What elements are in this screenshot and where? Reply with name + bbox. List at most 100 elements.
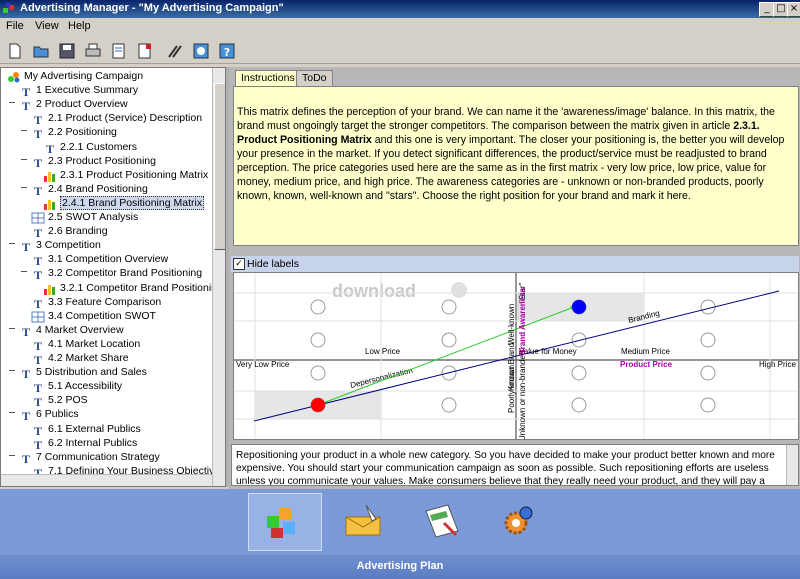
svg-text:T: T [34, 339, 42, 352]
tree-item[interactable]: T 2.2.1 Customers [1, 141, 212, 155]
print-icon[interactable] [84, 42, 102, 60]
position-circle[interactable] [571, 397, 587, 413]
tree-item[interactable]: T 3.2 Competitor Brand Positioning [1, 267, 212, 281]
tree-item[interactable]: 3.4 Competition SWOT [1, 310, 212, 324]
text-page-icon: T [34, 424, 42, 437]
nav-notes-button[interactable] [408, 493, 480, 549]
svg-text:T: T [34, 353, 42, 366]
nav-settings-button[interactable] [480, 493, 552, 549]
text-page-icon: T [34, 339, 42, 352]
tree-item[interactable]: T 3.1 Competition Overview [1, 253, 212, 267]
position-circle[interactable] [571, 365, 587, 381]
help-icon[interactable]: ? [218, 42, 236, 60]
tree-item[interactable]: T 2.6 Branding [1, 225, 212, 239]
tree-scroll-thumb[interactable] [214, 83, 225, 250]
svg-text:T: T [34, 113, 42, 126]
nav-envelope-button[interactable] [330, 493, 402, 549]
brand-positioning-matrix[interactable]: download Branding Depersonalization Very… [233, 272, 799, 440]
tree-item[interactable]: My Advertising Campaign [1, 70, 212, 84]
tree-item[interactable]: T 2.1 Product (Service) Description [1, 112, 212, 126]
grid-icon [31, 212, 45, 224]
tree-item[interactable]: T 2.2 Positioning [1, 126, 212, 140]
text-page-icon: T [22, 367, 30, 380]
text-page-icon: T [34, 297, 42, 310]
tree-toggle-icon[interactable] [21, 130, 27, 132]
position-circle[interactable] [310, 365, 326, 381]
instructions-text: This matrix defines the perception of yo… [233, 86, 799, 246]
tree-toggle-icon[interactable] [21, 186, 27, 188]
svg-text:T: T [34, 127, 42, 140]
tree-item-label: 5 Distribution and Sales [36, 366, 147, 379]
tree-item-label: 2 Product Overview [36, 98, 128, 111]
tree-item[interactable]: 2.4.1 Brand Positioning Matrix [1, 195, 212, 211]
preview-icon[interactable] [110, 42, 128, 60]
tree-toggle-icon[interactable] [9, 243, 15, 245]
tree-item[interactable]: T 3.3 Feature Comparison [1, 296, 212, 310]
open-icon[interactable] [32, 42, 50, 60]
tree-toggle-icon[interactable] [21, 271, 27, 273]
text-page-icon: T [34, 254, 42, 267]
tree-item[interactable]: T 6.2 Internal Publics [1, 437, 212, 451]
tree-toggle-icon[interactable] [9, 327, 15, 329]
current-position-marker[interactable] [311, 398, 325, 412]
position-circle[interactable] [571, 332, 587, 348]
position-circle[interactable] [441, 299, 457, 315]
tree-item[interactable]: T 6 Publics [1, 408, 212, 422]
save-icon[interactable] [58, 42, 76, 60]
text-page-icon: T [22, 240, 30, 253]
tree-horizontal-scrollbar[interactable] [1, 474, 212, 486]
nav-plan-button[interactable] [248, 493, 322, 551]
svg-text:T: T [22, 240, 30, 253]
tree-item[interactable]: T 3 Competition [1, 239, 212, 253]
tree-toggle-icon[interactable] [9, 102, 15, 104]
tools-icon[interactable] [166, 42, 184, 60]
tree-item[interactable]: 2.3.1 Product Positioning Matrix [1, 169, 212, 183]
tree-item[interactable]: T 2.4 Brand Positioning [1, 183, 212, 197]
tree-item[interactable]: T 5.1 Accessibility [1, 380, 212, 394]
app-icon [3, 3, 14, 13]
tree-item[interactable]: T 2 Product Overview [1, 98, 212, 112]
tree-item[interactable]: 3.2.1 Competitor Brand Positionin [1, 282, 217, 296]
position-circle[interactable] [700, 365, 716, 381]
menu-view[interactable]: View [35, 20, 59, 32]
svg-text:T: T [34, 381, 42, 394]
export-icon[interactable] [136, 42, 154, 60]
grid-icon [31, 311, 45, 323]
tree-item[interactable]: T 1 Executive Summary [1, 84, 212, 98]
position-circle[interactable] [700, 332, 716, 348]
matrix-canvas[interactable]: download Branding Depersonalization Very… [234, 273, 799, 440]
tree-item[interactable]: T 4.2 Market Share [1, 352, 212, 366]
position-description-text: Repositioning your product in a whole ne… [236, 450, 775, 486]
position-circle[interactable] [310, 332, 326, 348]
footer-bar: Advertising Plan [0, 555, 800, 579]
hide-labels-checkbox[interactable]: ✓ [233, 258, 245, 270]
menu-file[interactable]: File [6, 20, 24, 32]
tree-item[interactable]: T 2.3 Product Positioning [1, 155, 212, 169]
position-circle[interactable] [441, 397, 457, 413]
tree-item-label: 2.4.1 Brand Positioning Matrix [60, 195, 205, 210]
svg-text:T: T [34, 424, 42, 437]
menu-help[interactable]: Help [68, 20, 91, 32]
position-circle[interactable] [700, 397, 716, 413]
tree-item[interactable]: 2.5 SWOT Analysis [1, 211, 212, 225]
position-circle[interactable] [310, 299, 326, 315]
target-position-marker[interactable] [572, 300, 586, 314]
tree-toggle-icon[interactable] [21, 158, 27, 160]
close-button[interactable]: × [787, 2, 800, 17]
tree-toggle-icon[interactable] [9, 370, 15, 372]
tree-item[interactable]: T 6.1 External Publics [1, 423, 212, 437]
world-icon[interactable] [192, 42, 210, 60]
tree-item[interactable]: T 5 Distribution and Sales [1, 366, 212, 380]
new-icon[interactable] [6, 42, 24, 60]
tree-item[interactable]: T 4 Market Overview [1, 324, 212, 338]
tree-toggle-icon[interactable] [9, 454, 15, 456]
tree-vertical-scrollbar[interactable] [212, 68, 225, 486]
tree-item[interactable]: T 7 Communication Strategy [1, 451, 212, 465]
tree-item[interactable]: T 4.1 Market Location [1, 338, 212, 352]
description-scrollbar[interactable] [786, 445, 798, 485]
position-circle[interactable] [441, 332, 457, 348]
tree-item-label: 2.3 Product Positioning [48, 154, 156, 167]
tree-toggle-icon[interactable] [9, 412, 15, 414]
settings-icon [504, 506, 533, 535]
tree-item[interactable]: T 5.2 POS [1, 394, 212, 408]
